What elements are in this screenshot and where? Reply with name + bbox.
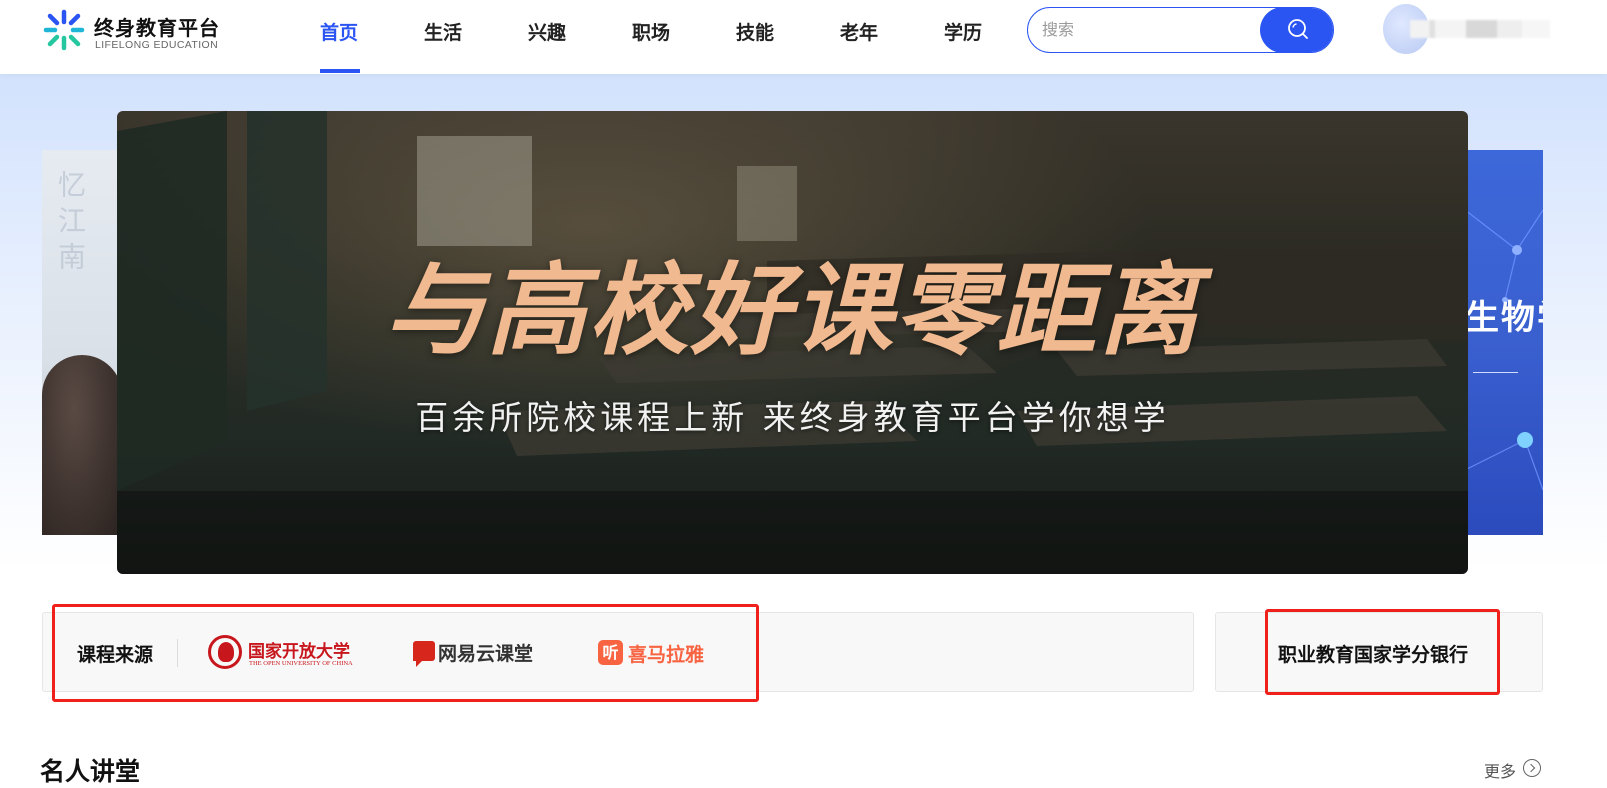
site-logo[interactable]: 终身教育平台 LIFELONG EDUCATION	[42, 8, 232, 52]
search-box	[1027, 7, 1334, 53]
source-name: 国家开放大学	[248, 642, 350, 662]
nav-interest[interactable]: 兴趣	[528, 13, 566, 53]
source-netease-study[interactable]: 网易云课堂	[413, 631, 543, 675]
calligraphy-decoration: 忆江南	[54, 170, 87, 278]
search-input[interactable]	[1042, 8, 1262, 51]
source-ximalaya[interactable]: 听 喜马拉雅	[598, 631, 718, 675]
banner-title: 与高校好课零距离	[384, 251, 1201, 369]
source-name: 网易云课堂	[438, 643, 534, 665]
logo-title: 终身教育平台	[94, 16, 220, 40]
section-title: 名人讲堂	[40, 757, 141, 786]
divider	[177, 639, 178, 667]
carousel-main-slide[interactable]: 与高校好课零距离 百余所院校课程上新 来终身教育平台学你想学	[117, 111, 1468, 574]
logo-subtitle: LIFELONG EDUCATION	[95, 39, 219, 51]
nav-elderly[interactable]: 老年	[840, 13, 878, 53]
nav-skills[interactable]: 技能	[736, 13, 774, 53]
nav-workplace[interactable]: 职场	[632, 13, 670, 53]
chevron-right-circle-icon[interactable]	[1523, 759, 1541, 777]
banner-subtitle: 百余所院校课程上新 来终身教育平台学你想学	[415, 398, 1170, 437]
ouc-emblem-icon	[208, 635, 242, 669]
search-icon	[1288, 19, 1308, 39]
course-sources-label: 课程来源	[77, 644, 154, 666]
source-name: 喜马拉雅	[628, 644, 705, 666]
search-button[interactable]	[1260, 8, 1333, 52]
source-open-university[interactable]: 国家开放大学 THE OPEN UNIVERSITY OF CHINA	[208, 631, 358, 675]
top-header: 终身教育平台 LIFELONG EDUCATION 首页 生活 兴趣 职场 技能…	[0, 0, 1607, 74]
source-subname: THE OPEN UNIVERSITY OF CHINA	[249, 660, 353, 667]
nav-active-indicator	[320, 69, 360, 73]
next-slide-rule	[1473, 372, 1518, 373]
carousel-next-slide[interactable]: 生物学	[1465, 150, 1543, 535]
nav-degree[interactable]: 学历	[944, 13, 982, 53]
netease-study-icon	[413, 641, 435, 667]
network-graphic	[1465, 209, 1543, 491]
logo-mark-icon	[43, 9, 85, 51]
credit-bank-link[interactable]: 职业教育国家学分银行	[1215, 612, 1543, 692]
person-image	[42, 355, 122, 535]
nav-life[interactable]: 生活	[424, 13, 462, 53]
ximalaya-icon: 听	[598, 640, 623, 665]
next-slide-title: 生物学	[1465, 298, 1543, 338]
more-link[interactable]: 更多	[1484, 758, 1516, 782]
user-name-blurred[interactable]	[1410, 20, 1550, 38]
course-sources-panel: 课程来源 国家开放大学 THE OPEN UNIVERSITY OF CHINA…	[42, 612, 1194, 692]
credit-bank-label: 职业教育国家学分银行	[1278, 644, 1469, 666]
nav-home[interactable]: 首页	[320, 13, 358, 53]
carousel-prev-slide[interactable]: 忆江南	[42, 150, 127, 535]
